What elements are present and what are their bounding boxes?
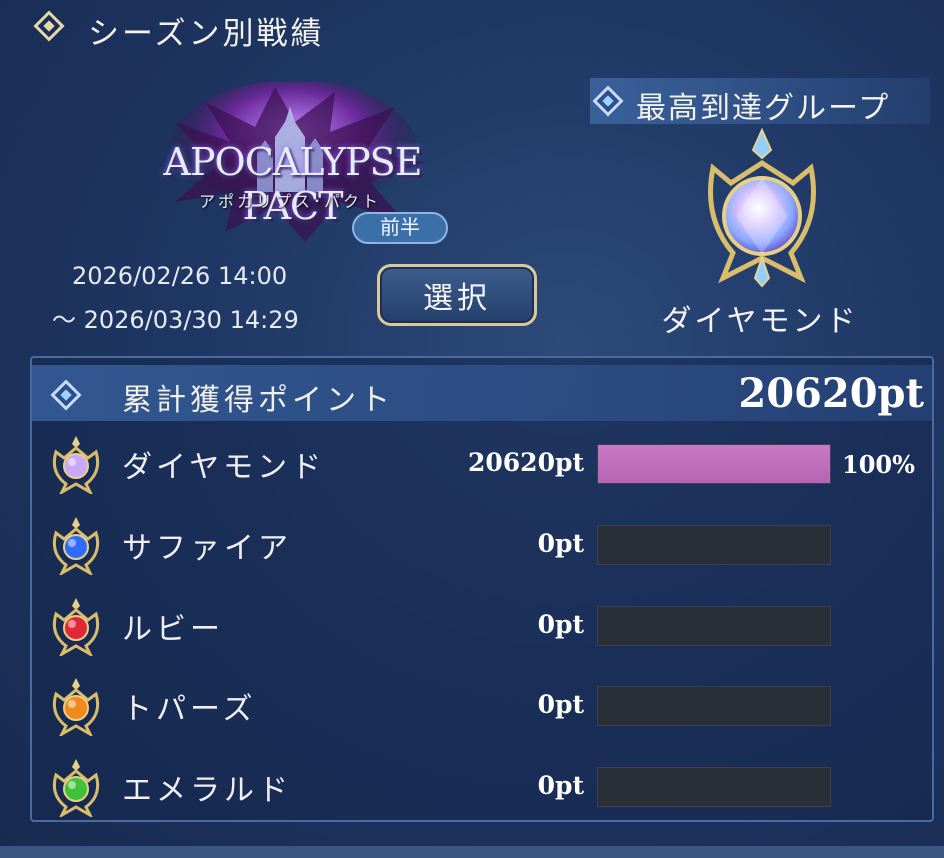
group-points: 0pt <box>537 610 584 639</box>
group-progress-bar <box>597 606 831 646</box>
group-name: トパーズ <box>122 692 257 727</box>
season-logo-subtitle: アポカリプス･パクト <box>198 192 381 211</box>
points-total: 20620pt <box>738 370 924 417</box>
diamond-emblem-icon <box>708 128 816 288</box>
points-label: 累計獲得ポイント <box>122 383 394 418</box>
group-progress-fill <box>598 445 830 483</box>
group-progress-bar <box>597 444 831 484</box>
page-title: シーズン別戦績 <box>88 16 325 52</box>
season-half-badge: 前半 <box>352 212 448 244</box>
points-panel <box>30 356 934 822</box>
group-progress-bar <box>597 686 831 726</box>
group-progress-bar <box>597 525 831 565</box>
ruby-emblem-icon <box>52 598 100 656</box>
topaz-emblem-icon <box>52 678 100 736</box>
season-end-date: ～ 2026/03/30 14:29 <box>52 306 299 334</box>
group-points: 0pt <box>537 771 584 800</box>
group-name: ルビー <box>122 612 224 647</box>
group-percent: 100% <box>842 450 915 479</box>
group-points: 20620pt <box>467 448 584 477</box>
group-name: エメラルド <box>122 773 292 808</box>
season-start-date: 2026/02/26 14:00 <box>72 262 288 290</box>
highest-group-name: ダイヤモンド <box>661 304 859 339</box>
bottom-strip <box>0 846 944 858</box>
group-name: ダイヤモンド <box>122 450 326 485</box>
group-progress-bar <box>597 767 831 807</box>
group-points: 0pt <box>537 529 584 558</box>
diamond-emblem-icon <box>52 436 100 494</box>
season-select-label: 選択 <box>423 281 491 316</box>
emerald-emblem-icon <box>52 759 100 817</box>
season-select-button[interactable]: 選択 <box>377 264 537 326</box>
diamond-bullet-icon <box>33 10 65 42</box>
sapphire-emblem-icon <box>52 517 100 575</box>
highest-group-label: 最高到達グループ <box>636 91 891 126</box>
group-name: サファイア <box>122 531 292 566</box>
group-points: 0pt <box>537 690 584 719</box>
